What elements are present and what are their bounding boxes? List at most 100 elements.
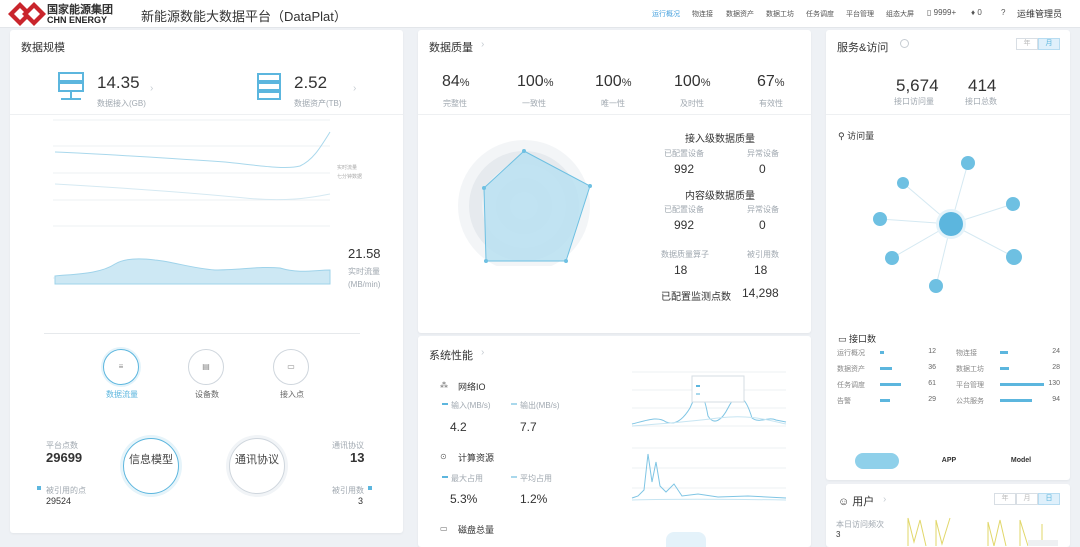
visits-title-text: 访问量 [847, 131, 875, 141]
referenced-count-label: 被引用数 [332, 486, 364, 495]
input-label: 输入(MB/s) [451, 401, 491, 410]
user-tab-year[interactable]: 年 [994, 493, 1016, 505]
device-count-label[interactable]: 设备数 [188, 389, 226, 400]
operators-value: 18 [674, 263, 688, 277]
interface-bar [880, 367, 892, 370]
network-io-title: 网络IO [458, 382, 486, 392]
input-value: 4.2 [450, 420, 467, 434]
interface-value: 94 [1052, 396, 1060, 403]
interface-name: 任务调度 [837, 382, 865, 389]
protocol-value: 13 [350, 450, 365, 465]
content-configured-value: 992 [674, 218, 695, 232]
monitor-points-value: 14,298 [742, 286, 779, 300]
percent-unit: % [543, 77, 554, 89]
operators-label: 数据质量算子 [661, 250, 709, 259]
visits-network-chart [873, 156, 1022, 293]
nav-item-scheduling[interactable]: 任务调度 [806, 9, 846, 19]
client-tab-model[interactable]: Model [1006, 457, 1036, 464]
nav-item-platform[interactable]: 平台管理 [846, 9, 886, 19]
disk-usage-gauge [666, 532, 706, 547]
user-title: ☺ 用户 [838, 493, 874, 509]
today-visits-value: 3 [836, 530, 841, 539]
tab-year[interactable]: 年 [1016, 38, 1038, 50]
content-quality-title: 内容级数据质量 [685, 191, 755, 202]
timeliness-number: 100 [674, 73, 701, 90]
data-traffic-button[interactable]: ≡ [103, 349, 139, 385]
data-quality-card: 数据质量 › 84% 完整性 100% 一致性 100% 唯一性 100% 及时… [418, 30, 811, 333]
chevron-right-icon[interactable]: › [150, 83, 153, 94]
nav-item-dashboard[interactable]: 组态大屏 [886, 9, 926, 19]
device-icon: ▤ [202, 362, 210, 371]
quality-radar-chart [458, 140, 592, 266]
referenced-points-label: 被引用的点 [46, 486, 86, 495]
message-button[interactable]: ♦ 0 [971, 8, 982, 17]
interface-bar [1000, 383, 1044, 386]
server-icon [58, 72, 84, 100]
access-configured-value: 992 [674, 162, 695, 176]
user-icon: ☺ [838, 496, 850, 508]
interface-row: 任务调度 [837, 380, 865, 390]
access-point-label[interactable]: 接入点 [273, 389, 311, 400]
user-tab-day[interactable]: 日 [1038, 493, 1060, 505]
data-assets-value: 2.52 [294, 73, 328, 92]
legend-dot-icon [37, 486, 41, 490]
notification-bell[interactable]: ▯ 9999+ [927, 8, 956, 17]
interface-bar [1000, 367, 1009, 370]
legend-line-icon [442, 403, 448, 405]
nav-item-workshop[interactable]: 数据工坊 [766, 9, 806, 19]
client-tab-app[interactable]: APP [934, 457, 964, 464]
api-total-label: 接口总数 [965, 97, 997, 106]
database-icon [257, 73, 281, 100]
content-abnormal-value: 0 [759, 218, 766, 232]
app-title: 新能源数能大数据平台（DataPlat） [141, 9, 347, 24]
access-point-button[interactable]: ▭ [273, 349, 309, 385]
chevron-right-icon[interactable]: › [353, 83, 356, 94]
disk-icon: ▭ [440, 524, 448, 533]
interface-row: 数据工坊 [956, 364, 984, 374]
client-tab-web[interactable] [855, 453, 899, 469]
nav-item-assets[interactable]: 数据资产 [726, 9, 766, 19]
interface-row: 告警 [837, 396, 851, 406]
nav-item-connect[interactable]: 物连接 [692, 9, 726, 19]
validity-number: 67 [757, 73, 775, 90]
interface-bar [880, 351, 884, 354]
tab-month[interactable]: 月 [1038, 38, 1060, 50]
interface-name: 数据工坊 [956, 366, 984, 373]
data-traffic-label[interactable]: 数据流量 [103, 389, 141, 400]
network-io-chart [631, 371, 787, 427]
consistency-value: 100% [517, 73, 553, 91]
nav-item-overview[interactable]: 运行概况 [652, 9, 692, 19]
interface-row: 平台管理 [956, 380, 984, 390]
user-tab-month[interactable]: 月 [1016, 493, 1038, 505]
completeness-label: 完整性 [443, 99, 467, 108]
info-icon[interactable] [900, 39, 909, 48]
system-perf-title: 系统性能 [429, 350, 473, 362]
data-scale-title: 数据规模 [21, 42, 65, 54]
chevron-right-icon[interactable]: › [481, 39, 484, 50]
data-traffic-chart [53, 119, 331, 285]
cpu-icon: ⊙ [440, 452, 447, 461]
chart-legend-realtime: 实时流量 [337, 165, 358, 171]
help-button[interactable]: ? [1001, 8, 1005, 17]
consistency-number: 100 [517, 73, 544, 90]
interface-value: 12 [928, 348, 936, 355]
access-abnormal-label: 异常设备 [747, 149, 779, 158]
device-count-button[interactable]: ▤ [188, 349, 224, 385]
interface-value: 61 [928, 380, 936, 387]
chevron-right-icon[interactable]: › [481, 347, 484, 358]
access-quality-title: 接入级数据质量 [685, 134, 755, 145]
interface-bar [1000, 351, 1008, 354]
message-count: 0 [977, 8, 982, 17]
realtime-traffic-label: 实时流量 [348, 267, 380, 276]
user-menu[interactable]: 运维管理员 [1017, 7, 1062, 20]
interface-name: 数据资产 [837, 366, 865, 373]
interface-value: 36 [928, 364, 936, 371]
platform-points-value: 29699 [46, 450, 83, 465]
comm-protocol-button[interactable]: 通讯协议 [229, 438, 285, 494]
referenced-label: 被引用数 [747, 250, 779, 259]
chevron-right-icon[interactable]: › [883, 494, 886, 505]
interface-row: 数据资产 [837, 364, 865, 374]
max-usage-value: 5.3% [450, 492, 478, 506]
visits-title: ⚲ 访问量 [838, 129, 874, 142]
info-model-button[interactable]: 信息模型 [123, 438, 179, 494]
